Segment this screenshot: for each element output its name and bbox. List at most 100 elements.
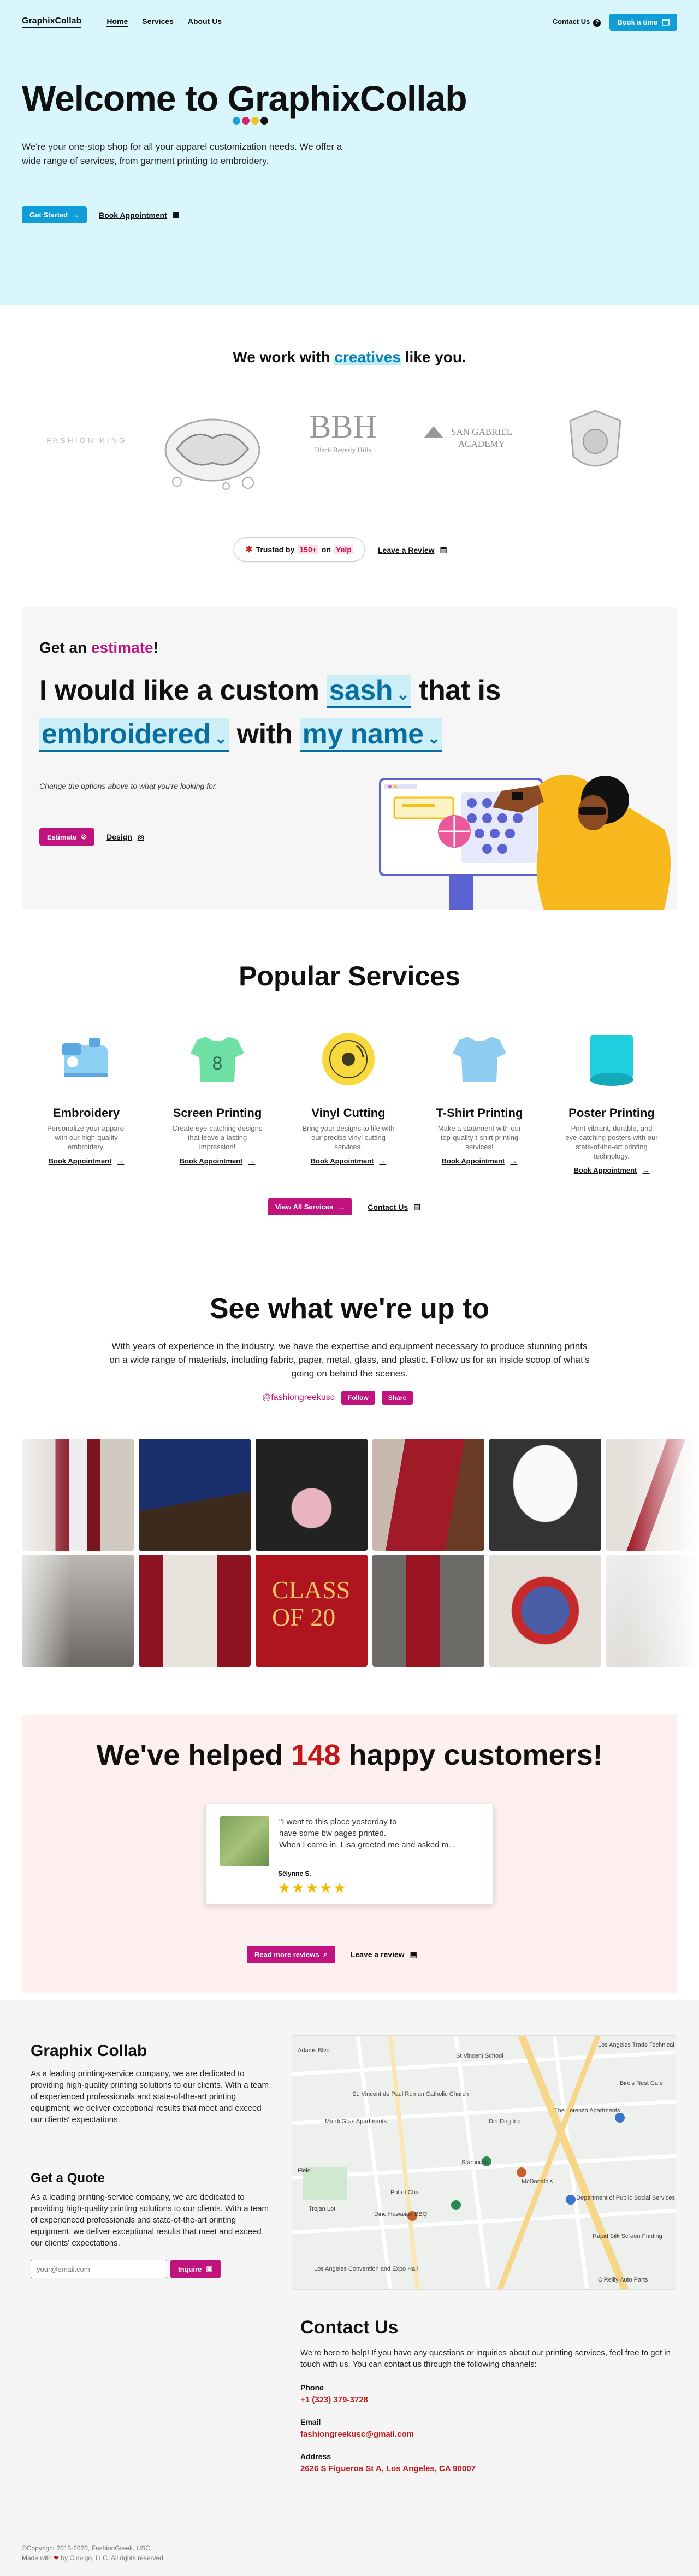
- service-name: Embroidery: [52, 1106, 120, 1120]
- service-card-screen-printing: 8 Screen Printing Create eye-catching de…: [168, 1029, 266, 1166]
- location-map[interactable]: St Vincent School Los Angeles Trade Tech…: [292, 2035, 676, 2290]
- contact-text: We're here to help! If you have any ques…: [300, 2348, 671, 2369]
- sentence-part-1: I would like a custom: [39, 675, 327, 706]
- bbh-caption: Black Beverly Hills: [315, 446, 371, 454]
- instagram-post[interactable]: [606, 1555, 699, 1667]
- leave-a-review-label: Leave a Review: [378, 545, 435, 554]
- arrow-right-icon: →: [642, 1166, 650, 1174]
- map-label: Pot of Cha: [390, 2189, 419, 2196]
- copyright-line-1: ©Copyright 2015-2020, FashionGreek, USC.: [22, 2544, 152, 2552]
- inquire-button[interactable]: Inquire ▣: [170, 2260, 221, 2278]
- nav-contact-label: Contact Us: [552, 17, 590, 26]
- instagram-post[interactable]: CLASS OF 20: [256, 1555, 368, 1667]
- client-logo-black-beverly-hills: BBH Black Beverly Hills: [299, 407, 387, 454]
- made-with: Made with: [22, 2554, 54, 2562]
- site-logo[interactable]: GraphixCollab: [22, 16, 82, 28]
- made-by: by Cinelgo, LLC. All rights reserved.: [59, 2554, 165, 2562]
- bbh-monogram: BBH: [309, 409, 377, 445]
- service-book-link[interactable]: Book Appointment →: [49, 1157, 125, 1165]
- contact-block: Contact Us We're here to help! If you ha…: [300, 2317, 683, 2473]
- view-all-services-button[interactable]: View All Services →: [268, 1198, 353, 1215]
- client-logo-fashion-king: FASHION KING: [46, 436, 127, 445]
- contact-title: Contact Us: [300, 2317, 399, 2338]
- instagram-post[interactable]: [606, 1439, 699, 1551]
- dot-magenta: [242, 117, 250, 125]
- services-contact-link[interactable]: Contact Us ▤: [368, 1202, 420, 1212]
- read-more-reviews-button[interactable]: Read more reviews ⌕: [247, 1946, 335, 1963]
- service-book-label: Book Appointment: [48, 1157, 112, 1165]
- quote-text: As a leading printing-service company, w…: [31, 2193, 269, 2248]
- email-field[interactable]: [31, 2260, 167, 2278]
- share-button[interactable]: Share: [381, 1391, 413, 1405]
- hero-cta-row: Get Started → Book Appointment: [22, 206, 180, 223]
- top-nav: GraphixCollab Home Services About Us Con…: [22, 12, 677, 32]
- estimate-heading-word: estimate: [91, 639, 153, 656]
- item-select[interactable]: sash ⌄: [327, 675, 412, 708]
- map-label: St Vincent School: [456, 2053, 503, 2059]
- instagram-post[interactable]: [372, 1439, 484, 1551]
- estimate-section: Get an estimate! I would like a custom s…: [22, 607, 677, 910]
- social-row: @fashiongreekusc Follow Share: [262, 1391, 413, 1405]
- instagram-post[interactable]: [372, 1555, 484, 1667]
- review-card[interactable]: "I went to this place yesterday to have …: [205, 1804, 494, 1904]
- content-select[interactable]: my name ⌄: [300, 718, 442, 752]
- phone-link[interactable]: +1 (323) 379-3728: [300, 2395, 683, 2404]
- leave-a-review-link[interactable]: Leave a Review ▤: [378, 545, 447, 554]
- map-label: Los Angeles Trade Technical College: [598, 2042, 676, 2048]
- dot-cyan: [233, 117, 240, 125]
- map-label: Los Angeles Convention and Expo Hall: [314, 2266, 418, 2272]
- yelp-icon: ✱: [245, 545, 253, 554]
- service-desc: Print vibrant, durable, and eye-catching…: [565, 1124, 658, 1160]
- design-link[interactable]: Design ◎: [106, 832, 144, 842]
- services-title: Popular Services: [239, 961, 460, 991]
- arrow-right-icon: →: [379, 1157, 387, 1165]
- question-icon: ?: [593, 19, 601, 27]
- instagram-post[interactable]: [489, 1439, 601, 1551]
- service-book-link[interactable]: Book Appointment →: [311, 1157, 387, 1165]
- quote-form: Get a Quote As a leading printing-servic…: [31, 2171, 271, 2278]
- service-book-link[interactable]: Book Appointment →: [574, 1166, 650, 1174]
- address-link[interactable]: 2626 S Figueroa St A, Los Angeles, CA 90…: [300, 2464, 683, 2473]
- book-a-time-button[interactable]: Book a time: [609, 13, 677, 31]
- follow-button[interactable]: Follow: [341, 1391, 375, 1405]
- hero-book-appointment-link[interactable]: Book Appointment: [99, 211, 180, 220]
- service-book-link[interactable]: Book Appointment →: [180, 1157, 256, 1165]
- method-select[interactable]: embroidered ⌄: [39, 718, 229, 752]
- service-book-link[interactable]: Book Appointment →: [442, 1157, 518, 1165]
- service-desc: Make a statement with our top-quality t-…: [437, 1124, 522, 1151]
- instagram-post[interactable]: [256, 1439, 368, 1551]
- get-started-button[interactable]: Get Started →: [22, 206, 87, 223]
- clients-title-pre: We work with: [233, 348, 335, 365]
- service-card-poster-printing: Poster Printing Print vibrant, durable, …: [562, 1029, 661, 1175]
- instagram-handle[interactable]: @fashiongreekusc: [262, 1393, 335, 1403]
- instagram-post[interactable]: [22, 1555, 134, 1667]
- copyright: ©Copyright 2015-2020, FashionGreek, USC.…: [22, 2543, 165, 2563]
- map-label: St. Vincent de Paul Roman Catholic Churc…: [352, 2091, 469, 2098]
- service-card-embroidery: Embroidery Personalize your apparel with…: [37, 1029, 135, 1166]
- leave-review-link[interactable]: Leave a review ▤: [351, 1950, 417, 1959]
- numbered-shirt-icon: 8: [191, 1037, 244, 1082]
- nav-services[interactable]: Services: [142, 17, 174, 27]
- reviews-title-pre: We've helped: [96, 1739, 292, 1771]
- nav-about[interactable]: About Us: [188, 17, 222, 27]
- reviews-title-post: happy customers!: [340, 1739, 603, 1771]
- chevron-down-icon: ⌄: [423, 730, 440, 747]
- email-link[interactable]: fashiongreekusc@gmail.com: [300, 2430, 683, 2439]
- estimate-button[interactable]: Estimate ⊘: [39, 828, 95, 846]
- yelp-trusted-badge[interactable]: ✱ Trusted by 150+ on Yelp: [234, 537, 365, 562]
- svg-text:8: 8: [212, 1053, 223, 1074]
- instagram-post[interactable]: [139, 1555, 251, 1667]
- content-select-value: my name: [302, 718, 424, 750]
- graduation-stole-text: CLASS OF 20: [272, 1576, 351, 1631]
- map-label: Dirt Dog Inc: [489, 2118, 521, 2125]
- nav-contact-link[interactable]: Contact Us?: [553, 17, 601, 27]
- chat-icon: ▤: [410, 1949, 417, 1959]
- map-label: Mardi Gras Apartments: [325, 2118, 387, 2125]
- instagram-post[interactable]: [139, 1439, 251, 1551]
- nav-home[interactable]: Home: [106, 17, 128, 27]
- instagram-post[interactable]: [489, 1555, 601, 1667]
- instagram-post[interactable]: [22, 1439, 134, 1551]
- client-logo-crest: [569, 410, 621, 467]
- estimate-button-label: Estimate: [47, 832, 77, 841]
- map-label: Rapid Silk Screen Printing: [593, 2233, 662, 2240]
